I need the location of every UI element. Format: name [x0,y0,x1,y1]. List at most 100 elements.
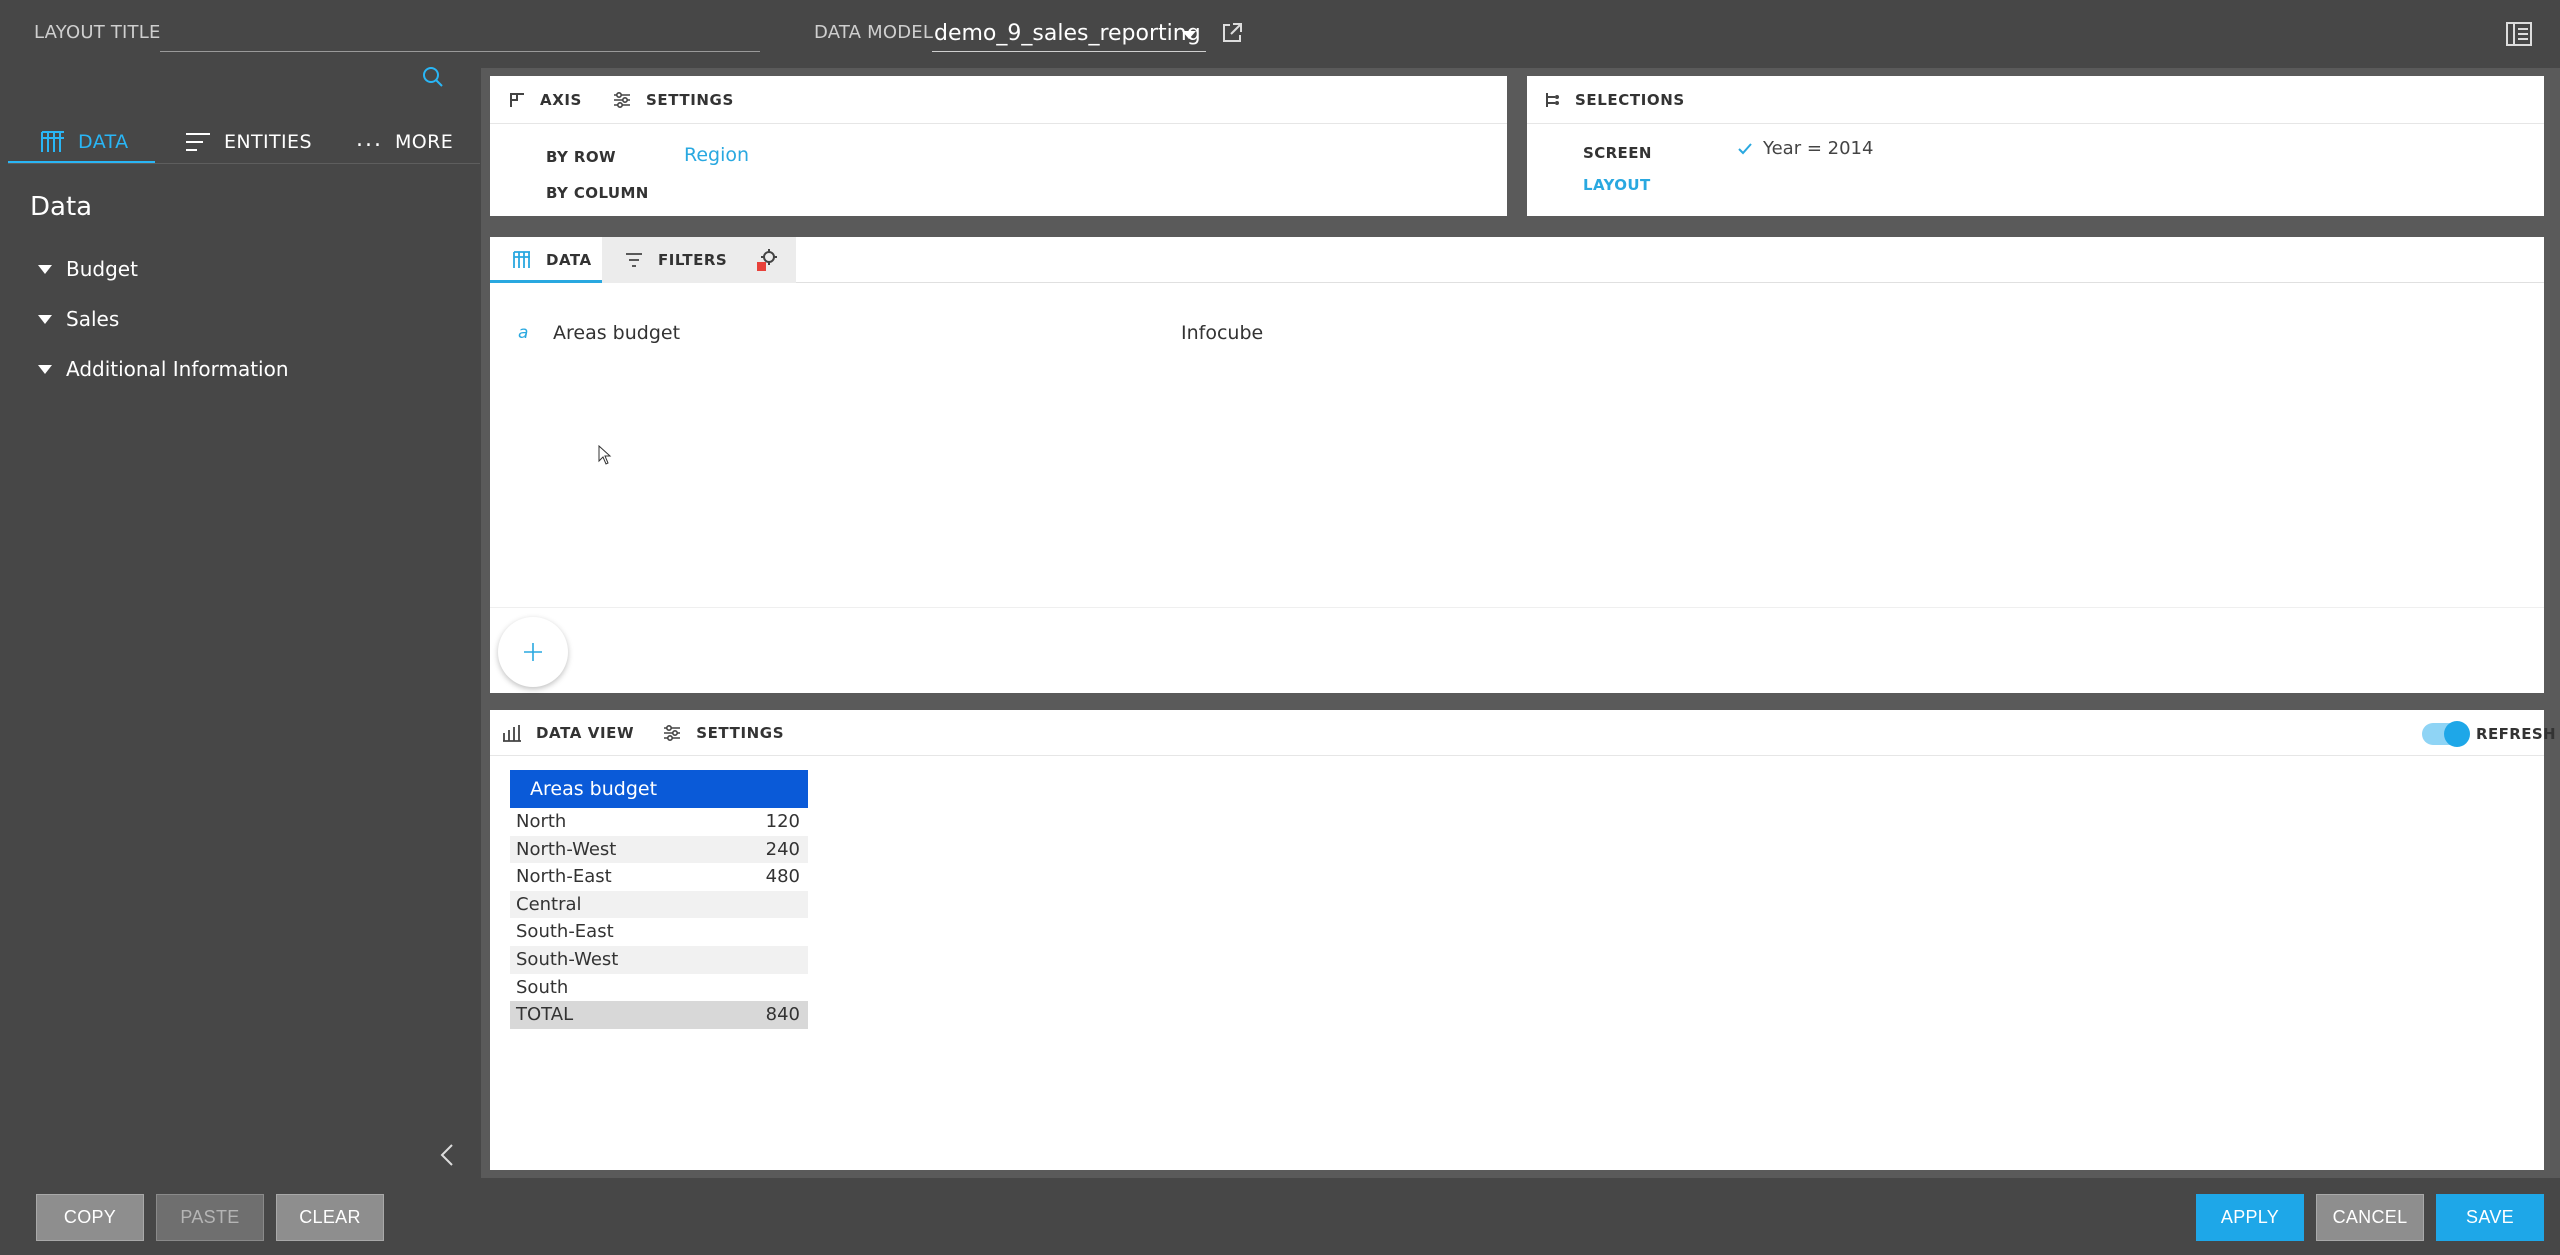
by-column-label: BY COLUMN [546,184,649,202]
clear-button[interactable]: CLEAR [276,1194,384,1241]
tab-settings[interactable]: SETTINGS [662,724,784,742]
tab-label: SETTINGS [645,90,734,109]
cell-region: North-West [516,838,617,860]
layout-title-label: LAYOUT TITLE [34,22,161,43]
cell-value: 120 [765,811,800,832]
layout-title-input[interactable] [160,14,760,52]
type-letter: a [518,323,529,343]
screen-label: SCREEN [1583,144,1652,162]
save-button[interactable]: SAVE [2436,1194,2544,1241]
entities-list-icon [186,133,210,151]
tab-data[interactable]: DATA [490,237,602,283]
data-panel-footer [490,607,2544,693]
tab-label: DATA [546,251,592,269]
cell-region: South [516,976,569,998]
top-bar: LAYOUT TITLE DATA MODEL demo_9_sales_rep… [0,0,2560,68]
refresh-toggle[interactable] [2422,721,2470,747]
data-row-name[interactable]: Areas budget [553,322,680,344]
cell-region: North [516,811,567,832]
mouse-cursor-icon [598,444,612,469]
cell-region: South-West [516,948,619,970]
check-icon [1738,142,1752,154]
tree-item-label: Budget [66,257,138,281]
tab-label: AXIS [540,90,582,109]
table-total-row: TOTAL 840 [510,1001,808,1029]
axis-icon [510,92,524,107]
table-row[interactable]: Central [510,890,808,919]
axis-panel: AXIS SETTINGS BY ROW Region BY COLUMN [490,76,1507,216]
cell-value: 240 [765,838,800,860]
sidebar-heading: Data [30,192,93,222]
sidebar: DATA ENTITIES ... MORE [0,60,480,1200]
by-row-value[interactable]: Region [684,144,749,166]
cell-total-label: TOTAL [516,1004,574,1026]
apply-button[interactable]: APPLY [2196,1194,2304,1241]
screen-selection-value: Year = 2014 [1763,138,1874,159]
active-tab-indicator [490,280,602,283]
tree-item-budget[interactable]: Budget [38,257,138,281]
cell-total-value: 840 [765,1004,800,1026]
plus-icon [524,643,542,661]
cell-region: South-East [516,921,614,943]
data-grid-icon [513,251,530,268]
sidebar-tab-label: MORE [394,131,454,153]
add-data-button[interactable] [498,617,568,687]
layout-link[interactable]: LAYOUT [1583,176,1651,194]
layout-panel-icon[interactable] [2505,20,2533,48]
cell-region: North-East [516,866,612,888]
toggle-knob [2444,721,2470,747]
more-dots-icon: ... [356,126,383,152]
data-model-select[interactable]: demo_9_sales_reporting [932,14,1206,52]
table-row[interactable]: North-West 240 [510,835,808,864]
selections-title: SELECTIONS [1575,90,1685,109]
screen-selection[interactable]: Year = 2014 [1737,138,1873,159]
expand-triangle-icon [38,264,52,274]
tab-settings[interactable]: SETTINGS [612,91,734,109]
sidebar-tab-label: ENTITIES [224,131,312,153]
table-row[interactable]: North 120 [510,808,808,836]
search-icon[interactable] [422,66,444,92]
tree-item-additional-information[interactable]: Additional Information [38,357,289,381]
data-view-panel: DATA VIEW SETTINGS REFRESH Areas budget … [490,710,2556,1170]
sidebar-divider [8,163,480,164]
cell-region: Central [516,893,582,915]
tab-label: FILTERS [658,251,728,269]
data-panel: DATA FILTERS a Areas budget Infocube [490,237,2544,693]
settings-sliders-icon [664,724,681,741]
tab-label: DATA VIEW [536,723,635,742]
selections-header: SELECTIONS [1545,91,1685,109]
data-panel-tabbar [490,237,2544,283]
sidebar-tab-label: DATA [78,131,129,153]
settings-sliders-icon [613,91,630,108]
cell-value: 480 [765,866,800,888]
paste-button[interactable]: PASTE [156,1194,264,1241]
refresh-label: REFRESH [2476,725,2556,743]
table-header: Areas budget [510,770,808,808]
settings-warning-icon [757,249,777,271]
table-row[interactable]: North-East 480 [510,863,808,891]
filter-icon [626,253,642,267]
expand-triangle-icon [38,314,52,324]
tree-item-sales[interactable]: Sales [38,307,119,331]
by-row-label: BY ROW [546,148,616,166]
external-link-icon[interactable] [1221,22,1243,44]
tab-axis[interactable]: AXIS [508,91,582,109]
data-row-source: Infocube [1181,322,1264,344]
collapse-sidebar-icon[interactable] [438,1143,458,1171]
tree-item-label: Sales [66,307,120,331]
tab-label: SETTINGS [696,723,785,742]
cancel-button[interactable]: CANCEL [2316,1194,2424,1241]
table-row[interactable]: South-East [510,918,808,946]
data-model-value: demo_9_sales_reporting [934,21,1201,46]
tab-filters[interactable]: FILTERS [602,237,738,283]
tree-item-label: Additional Information [66,357,289,381]
expand-triangle-icon [38,364,52,374]
tab-advanced[interactable] [738,237,796,283]
data-view-table: Areas budget North 120 North-West 240 Nort… [510,770,808,1029]
table-row[interactable]: South-West [510,945,808,974]
copy-button[interactable]: COPY [36,1194,144,1241]
selections-panel: SELECTIONS SCREEN Year = 2014 LAYOUT [1527,76,2544,216]
selections-icon [1546,92,1559,107]
tab-data-view[interactable]: DATA VIEW [502,724,634,742]
table-row[interactable]: South [510,974,808,1002]
